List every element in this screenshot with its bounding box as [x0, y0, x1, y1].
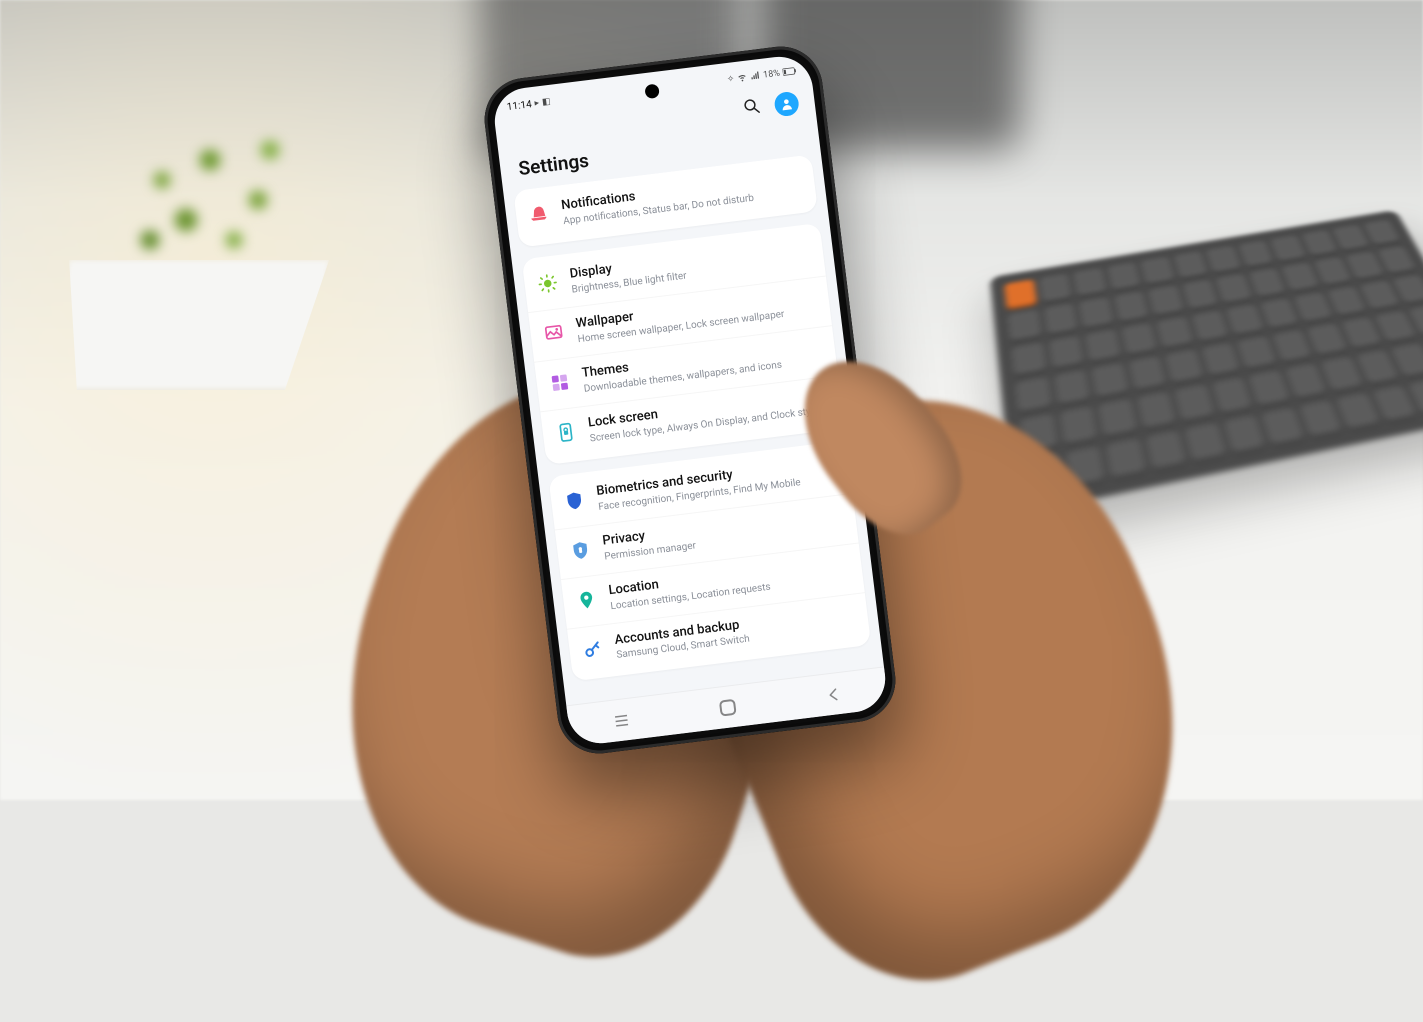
status-app-icon: ◧	[542, 97, 552, 108]
status-time: 11:14	[506, 99, 532, 113]
back-button[interactable]	[813, 683, 855, 706]
profile-avatar[interactable]	[773, 91, 800, 118]
battery-icon	[782, 66, 797, 79]
signal-icon	[750, 70, 762, 84]
lock-screen-icon	[554, 420, 579, 445]
vibrate-icon: ✧	[726, 74, 735, 85]
location-icon	[574, 587, 599, 612]
privacy-icon	[568, 538, 593, 563]
settings-group: DisplayBrightness, Blue light filterWall…	[522, 223, 845, 465]
key-icon	[580, 637, 605, 662]
battery-text: 18%	[763, 69, 781, 81]
notifications-icon	[527, 203, 552, 228]
display-icon	[535, 271, 560, 296]
themes-icon	[548, 370, 573, 395]
wifi-icon	[737, 71, 749, 85]
wallpaper-icon	[542, 321, 567, 346]
settings-group: Biometrics and securityFace recognition,…	[548, 440, 871, 682]
recents-button[interactable]	[601, 709, 643, 732]
home-button[interactable]	[707, 697, 749, 718]
shield-icon	[562, 488, 587, 513]
plant-pot-decor	[51, 260, 329, 390]
search-icon[interactable]	[742, 96, 763, 120]
status-app-icon: ▸	[534, 98, 540, 108]
